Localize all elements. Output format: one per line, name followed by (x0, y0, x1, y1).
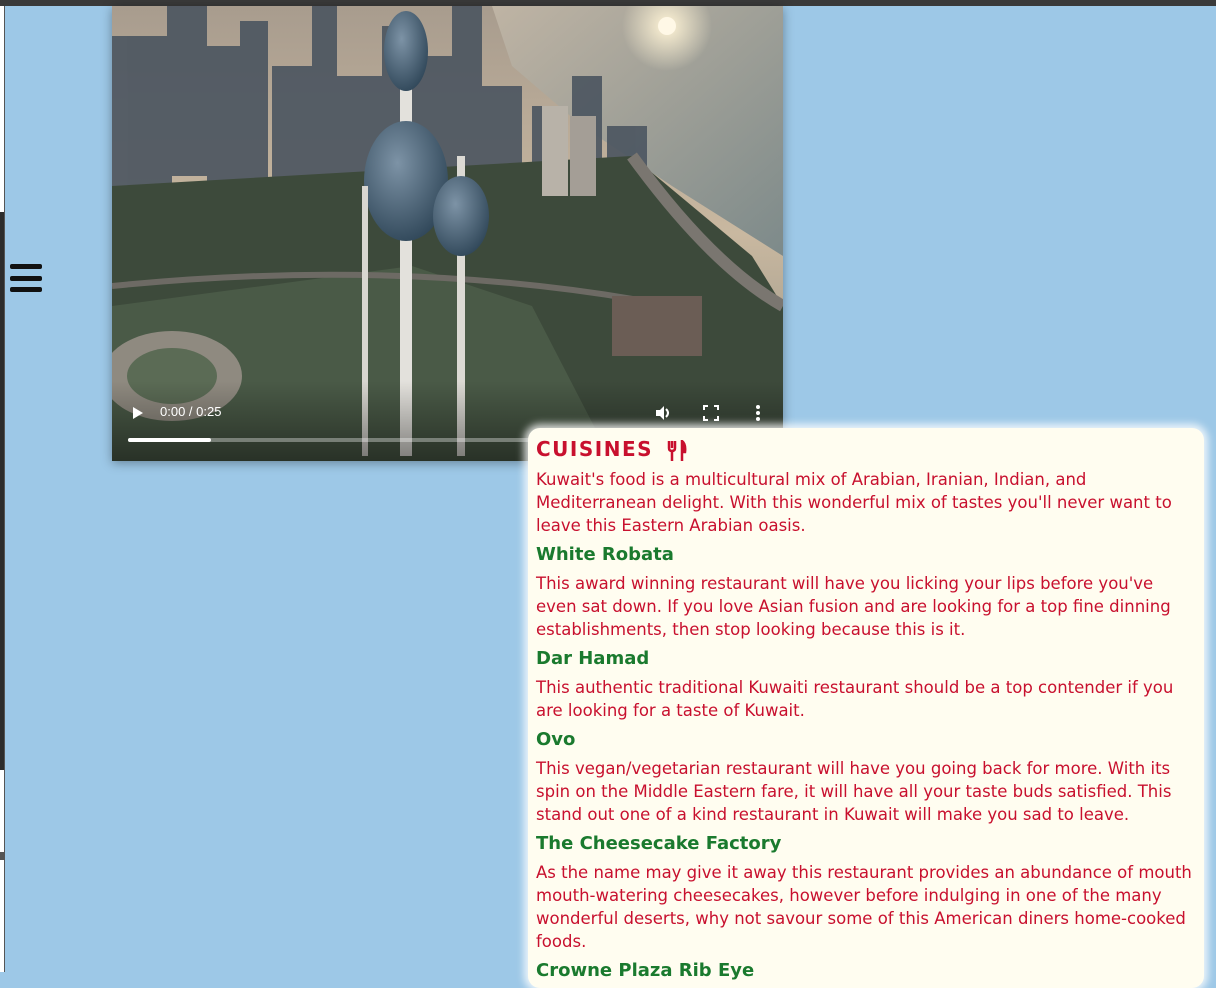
volume-icon[interactable] (654, 404, 672, 422)
cuisines-heading: CUISINES (536, 436, 1196, 462)
restaurant-item: Dar Hamad This authentic traditional Kuw… (536, 647, 1196, 722)
cuisines-intro: Kuwait's food is a multicultural mix of … (536, 470, 1172, 535)
video-progress-fill (128, 438, 212, 442)
fullscreen-icon[interactable] (703, 405, 719, 421)
cuisines-title: CUISINES (536, 437, 654, 461)
left-panel-dark-section (0, 212, 4, 770)
video-time-display: 0:00 / 0:25 (160, 404, 222, 419)
left-panel-divider (0, 852, 4, 860)
restaurant-name: Ovo (536, 729, 576, 750)
restaurant-description: This award winning restaurant will have … (536, 574, 1171, 639)
cuisines-section: CUISINES Kuwait's food is a multicultura… (528, 428, 1204, 988)
restaurant-description: As the name may give it away this restau… (536, 863, 1192, 951)
restaurant-name: Crowne Plaza Rib Eye (536, 960, 755, 981)
restaurant-name: The Cheesecake Factory (536, 833, 782, 854)
play-icon[interactable] (131, 406, 145, 420)
restaurant-description: This authentic traditional Kuwaiti resta… (536, 678, 1174, 720)
left-side-panel (0, 6, 5, 972)
restaurant-item: The Cheesecake Factory As the name may g… (536, 832, 1196, 953)
restaurant-name: White Robata (536, 544, 674, 565)
hamburger-menu-icon-bar-2 (10, 275, 42, 281)
hamburger-menu-icon-bar-1 (10, 264, 42, 269)
fork-knife-icon (668, 439, 687, 461)
restaurant-item: Crowne Plaza Rib Eye (536, 959, 1196, 982)
more-options-icon[interactable] (755, 404, 761, 422)
video-player[interactable]: 0:00 / 0:25 (112, 6, 783, 461)
menu-toggle-button[interactable] (10, 264, 42, 292)
restaurant-item: White Robata This award winning restaura… (536, 543, 1196, 641)
hamburger-menu-icon-bar-3 (10, 287, 42, 292)
restaurant-name: Dar Hamad (536, 648, 650, 669)
restaurant-description: This vegan/vegetarian restaurant will ha… (536, 759, 1172, 824)
restaurant-item: Ovo This vegan/vegetarian restaurant wil… (536, 728, 1196, 826)
